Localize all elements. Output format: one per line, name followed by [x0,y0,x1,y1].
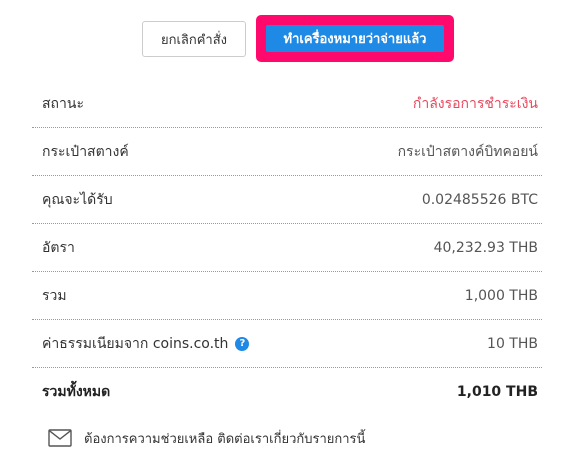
wallet-value: กระเป๋าสตางค์บิทคอยน์ [397,143,538,160]
grand-total-label: รวมทั้งหมด [42,384,111,400]
cancel-order-button[interactable]: ยกเลิกคำสั่ง [142,21,246,57]
support-text[interactable]: ต้องการความช่วยเหลือ ติดต่อเราเกี่ยวกับร… [84,428,365,449]
wallet-row: กระเป๋าสตางค์ กระเป๋าสตางค์บิทคอยน์ [32,128,542,176]
fee-row: ค่าธรรมเนียมจาก coins.co.th ? 10 THB [32,320,542,368]
mark-as-paid-button[interactable]: ทำเครื่องหมายว่าจ่ายแล้ว [266,25,444,52]
fee-label-group: ค่าธรรมเนียมจาก coins.co.th ? [42,333,250,355]
order-details-table: สถานะ กำลังรอการชำระเงิน กระเป๋าสตางค์ ก… [32,80,542,416]
rate-row: อัตรา 40,232.93 THB [32,224,542,272]
wallet-label: กระเป๋าสตางค์ [42,143,129,160]
receive-amount-row: คุณจะได้รับ 0.02485526 BTC [32,176,542,224]
status-value: กำลังรอการชำระเงิน [412,95,538,112]
fee-value: 10 THB [487,335,538,352]
receive-amount-label: คุณจะได้รับ [42,191,113,208]
mail-icon [48,429,72,447]
status-row: สถานะ กำลังรอการชำระเงิน [32,80,542,128]
subtotal-label: รวม [42,287,67,304]
help-icon[interactable]: ? [235,336,250,351]
receive-amount-value: 0.02485526 BTC [421,191,538,208]
status-label: สถานะ [42,95,84,112]
subtotal-value: 1,000 THB [464,287,538,304]
subtotal-row: รวม 1,000 THB [32,272,542,320]
support-link[interactable]: ต้องการความช่วยเหลือ ติดต่อเราเกี่ยวกับร… [48,426,365,450]
rate-label: อัตรา [42,239,75,256]
mark-as-paid-highlight: ทำเครื่องหมายว่าจ่ายแล้ว [256,15,454,62]
grand-total-row: รวมทั้งหมด 1,010 THB [32,368,542,416]
order-actions: ยกเลิกคำสั่ง ทำเครื่องหมายว่าจ่ายแล้ว [0,0,584,76]
fee-label: ค่าธรรมเนียมจาก coins.co.th [42,335,229,352]
rate-value: 40,232.93 THB [433,239,538,256]
grand-total-value: 1,010 THB [456,384,538,400]
